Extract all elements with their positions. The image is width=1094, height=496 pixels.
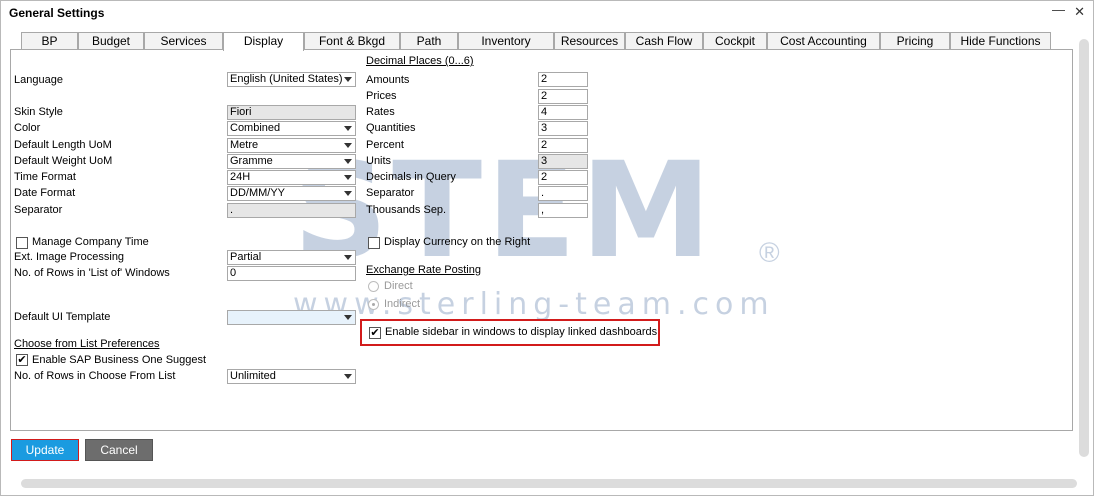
chevron-down-icon	[344, 191, 352, 196]
rows-list-of-label: No. of Rows in 'List of' Windows	[14, 267, 170, 279]
tab-bp[interactable]: BP	[21, 32, 78, 50]
enable-sidebar-checkbox[interactable]: ✔	[369, 327, 381, 339]
decimals-in-query-input[interactable]: 2	[538, 170, 588, 185]
language-select[interactable]: English (United States)	[227, 72, 356, 87]
default-weight-uom-select[interactable]: Gramme	[227, 154, 356, 169]
manage-company-time-label: Manage Company Time	[32, 236, 149, 248]
percent-label: Percent	[366, 139, 404, 151]
ext-image-processing-select[interactable]: Partial	[227, 250, 356, 265]
date-format-select[interactable]: DD/MM/YY	[227, 186, 356, 201]
time-format-value: 24H	[230, 171, 251, 183]
enable-suggest-label: Enable SAP Business One Suggest	[32, 354, 207, 366]
direct-label: Direct	[384, 280, 413, 292]
minimize-icon[interactable]: —	[1052, 2, 1065, 17]
tab-font-bkgd[interactable]: Font & Bkgd	[304, 32, 400, 50]
default-length-uom-select[interactable]: Metre	[227, 138, 356, 153]
tab-inventory[interactable]: Inventory	[458, 32, 554, 50]
prices-label: Prices	[366, 90, 397, 102]
chevron-down-icon	[344, 77, 352, 82]
tab-display[interactable]: Display	[223, 32, 304, 51]
units-label: Units	[366, 155, 392, 167]
chevron-down-icon	[344, 374, 352, 379]
time-format-select[interactable]: 24H	[227, 170, 356, 185]
update-button[interactable]: Update	[11, 439, 79, 461]
check-icon: ✔	[370, 327, 380, 339]
chevron-down-icon	[344, 159, 352, 164]
direct-radio[interactable]	[368, 281, 379, 292]
chevron-down-icon	[344, 126, 352, 131]
default-length-uom-label: Default Length UoM	[14, 139, 112, 151]
default-weight-uom-label: Default Weight UoM	[14, 155, 113, 167]
chevron-down-icon	[344, 315, 352, 320]
tab-cost-accounting[interactable]: Cost Accounting	[767, 32, 880, 50]
rows-choose-from-value: Unlimited	[230, 370, 276, 382]
date-format-label: Date Format	[14, 187, 76, 199]
thousands-sep-input[interactable]: ,	[538, 203, 588, 218]
percent-input[interactable]: 2	[538, 138, 588, 153]
chevron-down-icon	[344, 143, 352, 148]
window-title: General Settings	[9, 6, 105, 20]
rates-label: Rates	[366, 106, 395, 118]
rows-choose-from-select[interactable]: Unlimited	[227, 369, 356, 384]
units-input: 3	[538, 154, 588, 169]
tab-path[interactable]: Path	[400, 32, 458, 50]
separator-field[interactable]: .	[227, 203, 356, 218]
title-bar: General Settings — ✕	[1, 1, 1093, 25]
default-length-uom-value: Metre	[230, 139, 259, 151]
display-currency-right-checkbox[interactable]	[368, 237, 380, 249]
skin-style-field: Fiori	[227, 105, 356, 120]
close-icon[interactable]: ✕	[1074, 4, 1085, 20]
tab-cash-flow[interactable]: Cash Flow	[625, 32, 703, 50]
choose-from-list-heading: Choose from List Preferences	[14, 338, 160, 350]
quantities-input[interactable]: 3	[538, 121, 588, 136]
cancel-button[interactable]: Cancel	[85, 439, 153, 461]
chevron-down-icon	[344, 255, 352, 260]
tab-budget[interactable]: Budget	[78, 32, 144, 50]
enable-suggest-checkbox[interactable]: ✔	[16, 354, 28, 366]
separator-right-label: Separator	[366, 187, 415, 199]
color-label: Color	[14, 122, 41, 134]
tab-hide-functions[interactable]: Hide Functions	[950, 32, 1051, 50]
tab-resources[interactable]: Resources	[554, 32, 625, 50]
chevron-down-icon	[344, 175, 352, 180]
decimals-in-query-label: Decimals in Query	[366, 171, 456, 183]
indirect-label: Indirect	[384, 298, 421, 310]
rates-input[interactable]: 4	[538, 105, 588, 120]
default-weight-uom-value: Gramme	[230, 155, 273, 167]
check-icon: ✔	[17, 354, 27, 366]
amounts-label: Amounts	[366, 74, 410, 86]
color-select[interactable]: Combined	[227, 121, 356, 136]
default-ui-template-select[interactable]	[227, 310, 356, 325]
display-currency-right-label: Display Currency on the Right	[384, 236, 531, 248]
time-format-label: Time Format	[14, 171, 76, 183]
general-settings-window: General Settings — ✕ BP Budget Services …	[0, 0, 1094, 496]
amounts-input[interactable]: 2	[538, 72, 588, 87]
default-ui-template-label: Default UI Template	[14, 311, 111, 323]
language-label: Language	[14, 74, 63, 86]
tab-cockpit[interactable]: Cockpit	[703, 32, 767, 50]
prices-input[interactable]: 2	[538, 89, 588, 104]
thousands-sep-label: Thousands Sep.	[366, 204, 447, 216]
quantities-label: Quantities	[366, 122, 416, 134]
tab-services[interactable]: Services	[144, 32, 223, 50]
tab-pricing[interactable]: Pricing	[880, 32, 950, 50]
separator-label: Separator	[14, 204, 63, 216]
manage-company-time-checkbox[interactable]	[16, 237, 28, 249]
separator-right-input[interactable]: .	[538, 186, 588, 201]
ext-image-processing-value: Partial	[230, 251, 262, 263]
decimal-places-heading: Decimal Places (0...6)	[366, 55, 474, 67]
vertical-scrollbar[interactable]	[1079, 39, 1089, 457]
indirect-radio[interactable]	[368, 299, 379, 310]
horizontal-scrollbar[interactable]	[21, 479, 1077, 488]
date-format-value: DD/MM/YY	[230, 187, 285, 199]
rows-list-of-input[interactable]: 0	[227, 266, 356, 281]
exchange-rate-posting-heading: Exchange Rate Posting	[366, 264, 481, 276]
rows-choose-from-label: No. of Rows in Choose From List	[14, 370, 176, 382]
language-value: English (United States)	[230, 73, 343, 85]
ext-image-processing-label: Ext. Image Processing	[14, 251, 125, 263]
skin-style-label: Skin Style	[14, 106, 63, 118]
enable-sidebar-label: Enable sidebar in windows to display lin…	[385, 326, 658, 338]
color-value: Combined	[230, 122, 281, 134]
